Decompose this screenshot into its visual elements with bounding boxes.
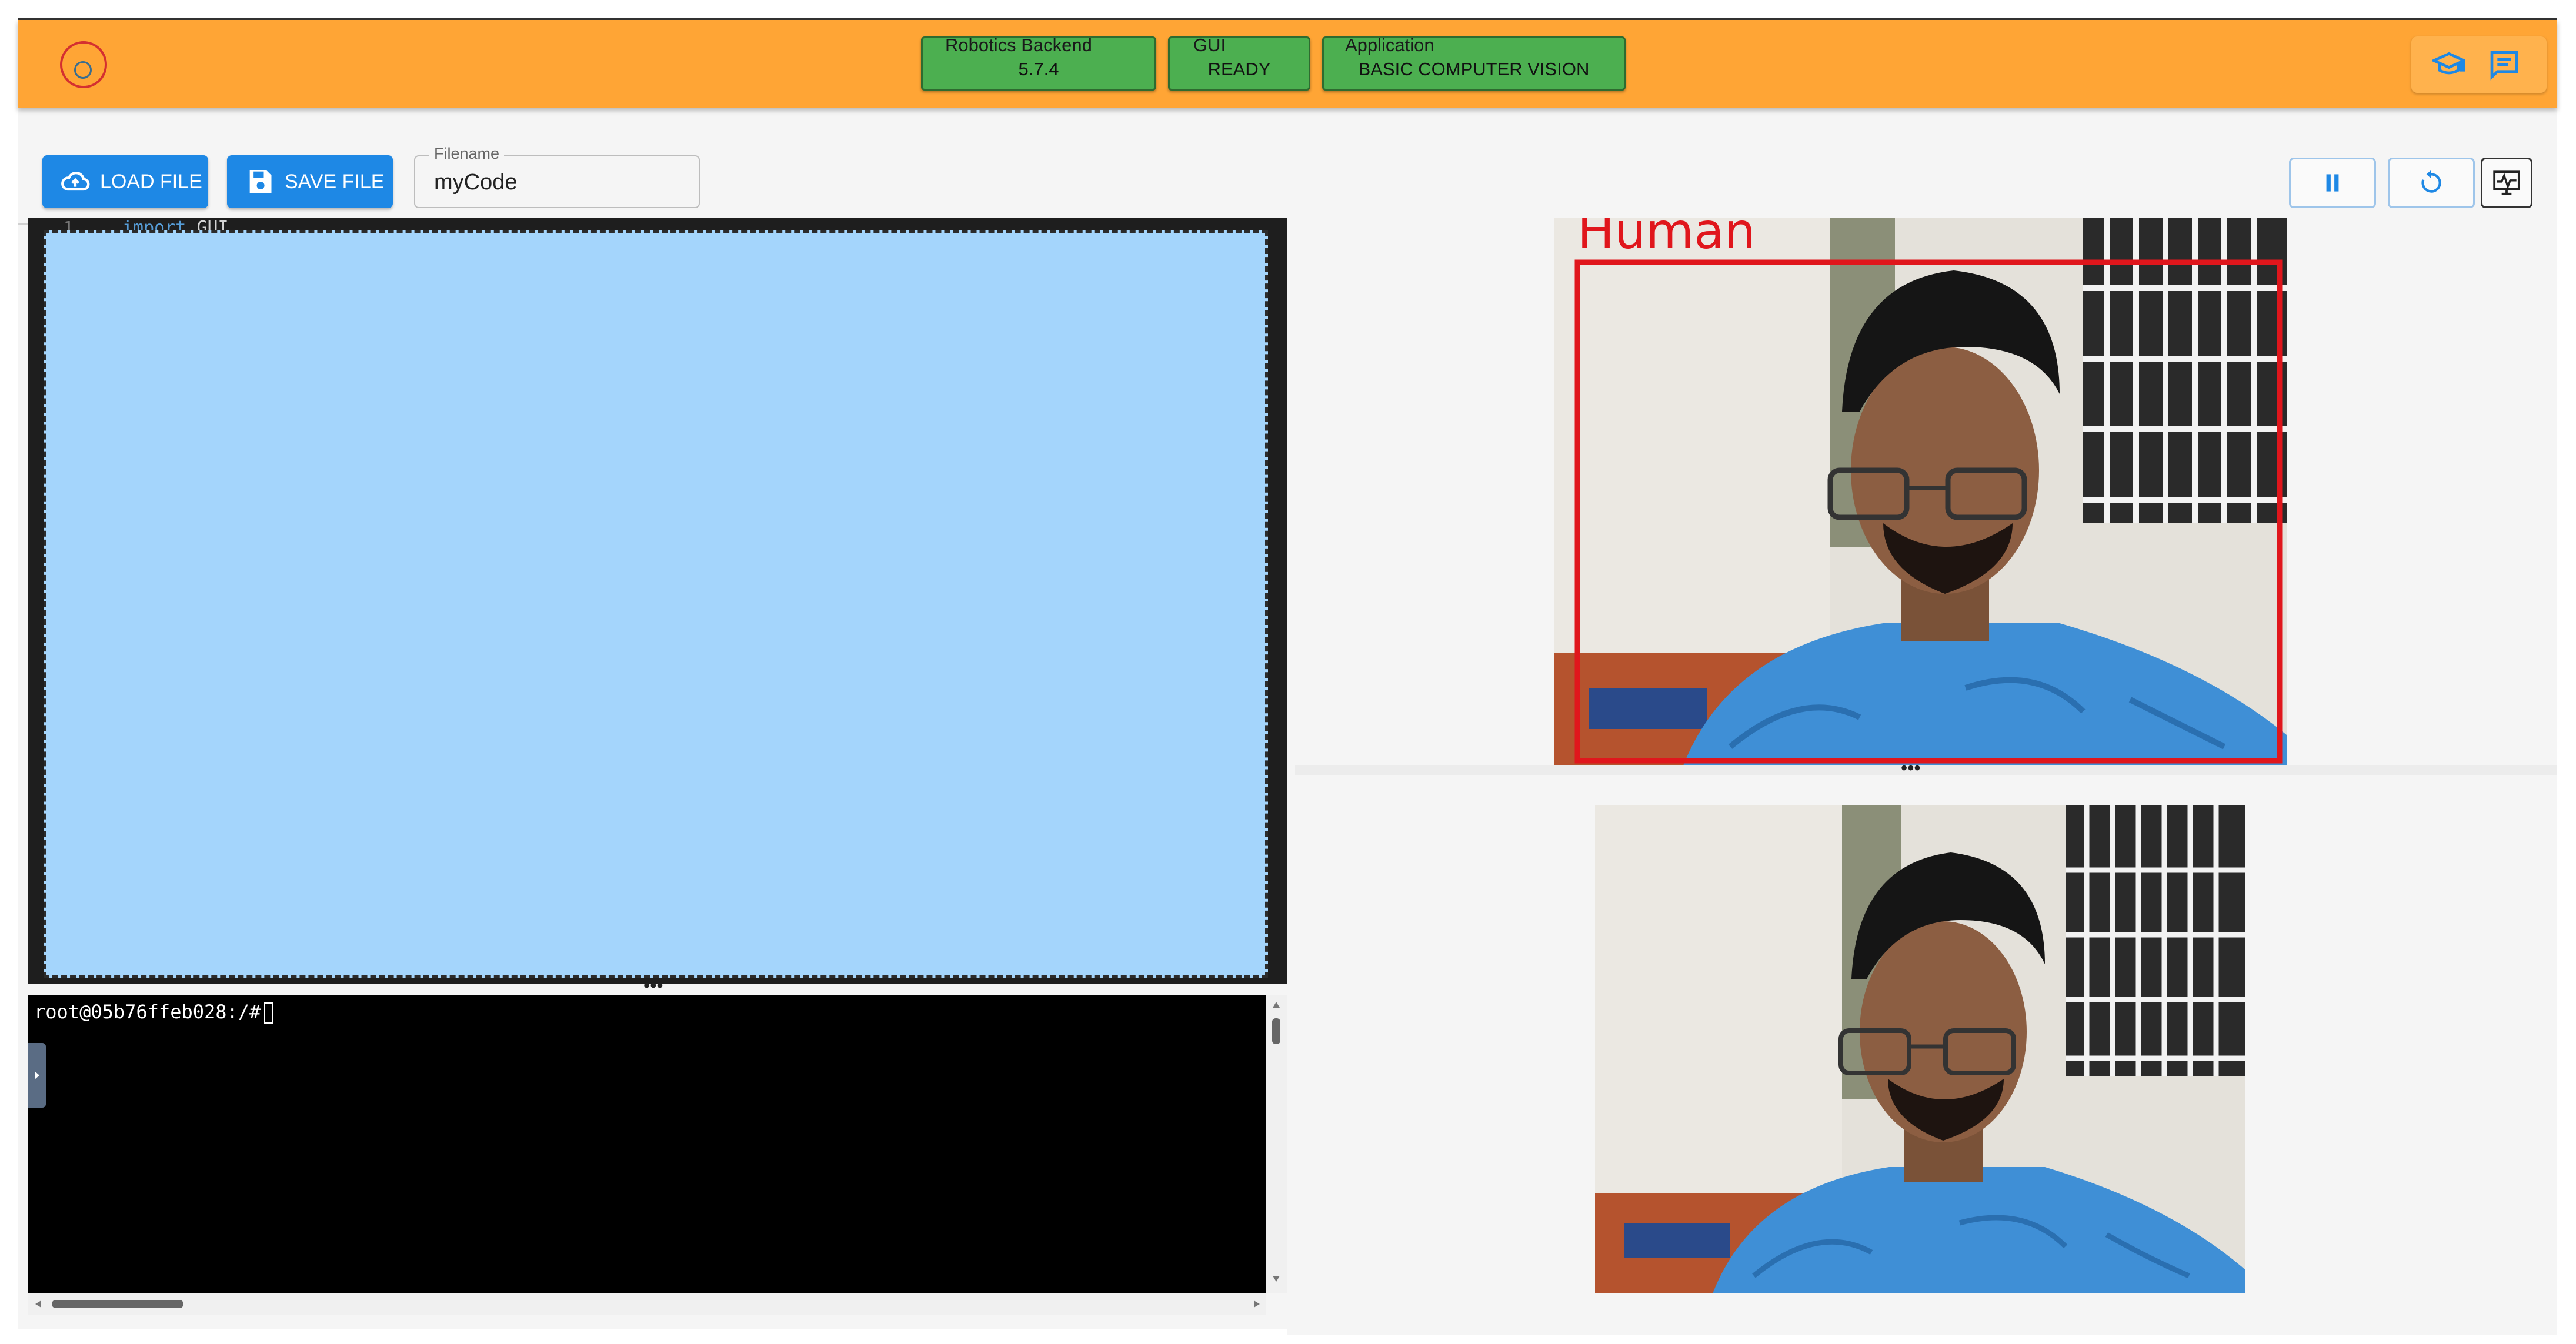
code-line: import GUI: [122, 218, 229, 230]
expand-arrow-icon: [35, 1071, 39, 1079]
reset-button[interactable]: [2388, 158, 2475, 208]
viewer-splitter[interactable]: •••: [1295, 758, 2557, 777]
camera-image: [1595, 805, 2245, 1293]
status-value: BASIC COMPUTER VISION: [1358, 59, 1590, 79]
terminal-vertical-scrollbar[interactable]: [1266, 995, 1287, 1293]
app-logo[interactable]: [60, 41, 107, 88]
detection-label: Human: [1577, 218, 1756, 260]
splitter-grip-icon: •••: [643, 975, 663, 996]
header-bar: Robotics Backend 5.7.4 GUI READY Applica…: [18, 20, 2557, 108]
save-file-label: SAVE FILE: [285, 170, 385, 193]
code-keyword: import: [122, 218, 186, 230]
line-number: 1: [64, 218, 74, 230]
restart-icon: [2421, 170, 2441, 193]
code-editor[interactable]: 1 import GUI: [28, 218, 1287, 984]
terminal-prompt: root@05b76ffeb028:/#: [34, 1001, 261, 1023]
logo-mark: [74, 61, 92, 79]
header-actions: [2411, 36, 2547, 93]
status-robotics-backend: Robotics Backend 5.7.4: [921, 35, 1156, 91]
load-file-label: LOAD FILE: [100, 170, 202, 193]
graduation-cap-icon[interactable]: [2432, 48, 2465, 81]
splitter-grip-icon: •••: [1901, 757, 1921, 778]
load-file-button[interactable]: LOAD FILE: [42, 155, 208, 208]
scrollbar-arrows: [35, 1300, 1260, 1308]
filename-label: Filename: [429, 145, 505, 163]
monitor-toggle-button[interactable]: [2481, 158, 2532, 208]
editor-terminal-splitter[interactable]: •••: [28, 976, 1287, 995]
filename-field[interactable]: Filename: [414, 145, 700, 208]
status-label: Application: [1345, 35, 1434, 55]
app-window: Robotics Backend 5.7.4 GUI READY Applica…: [18, 18, 2557, 1335]
status-value: 5.7.4: [1018, 59, 1059, 79]
pause-button[interactable]: [2289, 158, 2376, 208]
status-application: Application BASIC COMPUTER VISION: [1322, 35, 1626, 91]
status-gui: GUI READY: [1168, 35, 1310, 91]
status-label: GUI: [1193, 35, 1226, 55]
code-module: GUI: [196, 218, 229, 230]
detection-image: Human: [1554, 218, 2287, 765]
floppy-disk-icon: [249, 170, 272, 193]
save-file-button[interactable]: SAVE FILE: [227, 155, 393, 208]
vertical-splitter[interactable]: ⋮: [1287, 218, 1307, 1335]
camera-frame-raw: [1595, 805, 2245, 1293]
cloud-upload-icon: [61, 172, 90, 191]
drop-overlay: [44, 230, 1268, 978]
status-value: READY: [1207, 59, 1271, 79]
terminal[interactable]: root@05b76ffeb028:/#: [28, 995, 1266, 1293]
terminal-line: root@05b76ffeb028:/#: [34, 1001, 274, 1024]
terminal-horizontal-scrollbar[interactable]: [28, 1293, 1266, 1315]
status-label: Robotics Backend: [945, 35, 1092, 55]
camera-frame-detected: [1554, 218, 2287, 765]
filename-input[interactable]: [433, 169, 682, 196]
terminal-side-tab[interactable]: [28, 1043, 46, 1108]
toolbar: LOAD FILE SAVE FILE Filename: [18, 108, 2557, 225]
scrollbar-arrows: [1272, 1002, 1280, 1282]
pause-icon: [2326, 174, 2339, 192]
chat-icon[interactable]: [2488, 48, 2521, 81]
terminal-cursor: [264, 1002, 274, 1024]
monitor-heartbeat-icon: [2493, 170, 2520, 195]
